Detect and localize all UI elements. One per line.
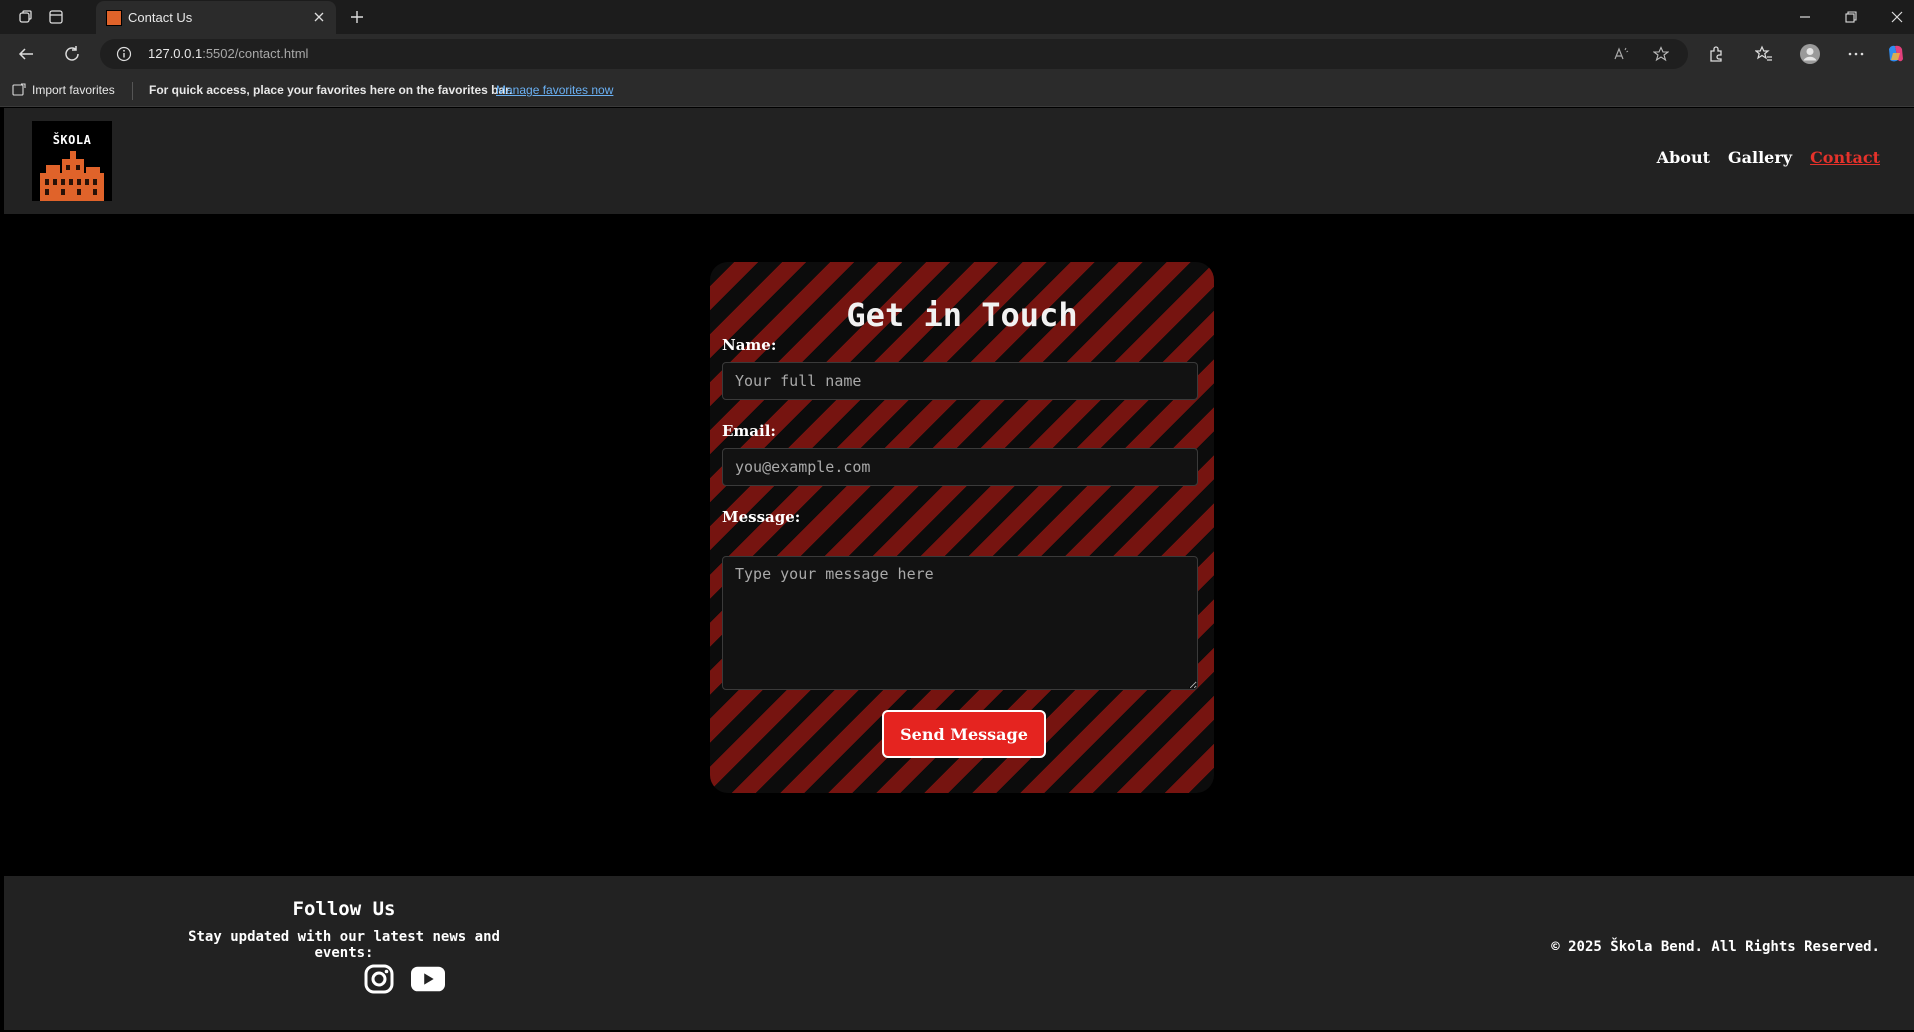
site-logo[interactable]: ŠKOLA — [32, 121, 112, 201]
browser-titlebar: Contact Us — [0, 0, 1914, 34]
building-logo-icon — [40, 151, 104, 201]
follow-us-subtitle: Stay updated with our latest news and ev… — [188, 929, 500, 961]
more-options-icon[interactable] — [1844, 42, 1868, 66]
import-favorites-icon — [12, 83, 26, 96]
page-viewport: ŠKOLA About Gallery Contact Get in Touch… — [4, 108, 1914, 1030]
email-input[interactable] — [722, 448, 1198, 486]
extensions-icon[interactable] — [1704, 42, 1728, 66]
back-arrow-icon[interactable] — [14, 42, 38, 66]
main-nav: About Gallery Contact — [1657, 148, 1880, 167]
browser-tab-active[interactable]: Contact Us — [96, 1, 336, 34]
instagram-icon[interactable] — [362, 962, 396, 996]
nav-link-about[interactable]: About — [1657, 148, 1710, 167]
site-favicon-icon — [106, 10, 122, 26]
favorites-icon[interactable] — [1752, 42, 1776, 66]
workspaces-icon[interactable] — [16, 7, 36, 27]
url-text: 127.0.0.1:5502/contact.html — [148, 46, 308, 61]
close-tab-icon[interactable] — [310, 8, 328, 26]
reload-icon[interactable] — [60, 42, 84, 66]
tab-title: Contact Us — [128, 10, 193, 25]
manage-favorites-link[interactable]: Manage favorites now — [496, 83, 613, 97]
tab-actions-icon[interactable] — [46, 7, 66, 27]
send-message-button[interactable]: Send Message — [882, 710, 1046, 758]
minimize-icon[interactable] — [1793, 6, 1817, 28]
restore-icon[interactable] — [1839, 6, 1863, 28]
contact-form-card: Get in Touch Name: Email: Message: Send … — [710, 262, 1214, 793]
name-label: Name: — [722, 336, 777, 354]
message-label: Message: — [722, 508, 801, 526]
address-bar[interactable]: 127.0.0.1:5502/contact.html — [100, 39, 1688, 69]
site-header: ŠKOLA About Gallery Contact — [4, 108, 1914, 214]
site-info-icon[interactable] — [116, 46, 132, 62]
copilot-icon[interactable] — [1884, 42, 1908, 66]
read-aloud-icon[interactable] — [1612, 45, 1630, 63]
favorites-message: For quick access, place your favorites h… — [149, 83, 513, 97]
new-tab-icon[interactable] — [346, 6, 368, 28]
close-window-icon[interactable] — [1885, 6, 1909, 28]
nav-link-gallery[interactable]: Gallery — [1728, 148, 1792, 167]
copyright-text: © 2025 Škola Bend. All Rights Reserved. — [1551, 939, 1880, 955]
import-favorites-label: Import favorites — [32, 83, 115, 97]
follow-us-heading: Follow Us — [292, 898, 396, 920]
email-label: Email: — [722, 422, 776, 440]
name-input[interactable] — [722, 362, 1198, 400]
url-host: 127.0.0.1 — [148, 46, 203, 61]
youtube-icon[interactable] — [411, 962, 445, 996]
message-textarea[interactable] — [722, 556, 1198, 690]
nav-link-contact[interactable]: Contact — [1810, 148, 1880, 167]
site-footer: Follow Us Stay updated with our latest n… — [4, 876, 1914, 1030]
url-path: :5502/contact.html — [202, 46, 309, 61]
favorites-bar: Import favorites For quick access, place… — [0, 74, 1914, 107]
favorite-star-icon[interactable] — [1652, 45, 1670, 63]
profile-avatar-icon[interactable] — [1798, 42, 1822, 66]
favorites-divider — [132, 82, 133, 100]
import-favorites-button[interactable]: Import favorites — [12, 83, 115, 97]
browser-toolbar: 127.0.0.1:5502/contact.html — [0, 34, 1914, 74]
form-title: Get in Touch — [846, 296, 1078, 334]
